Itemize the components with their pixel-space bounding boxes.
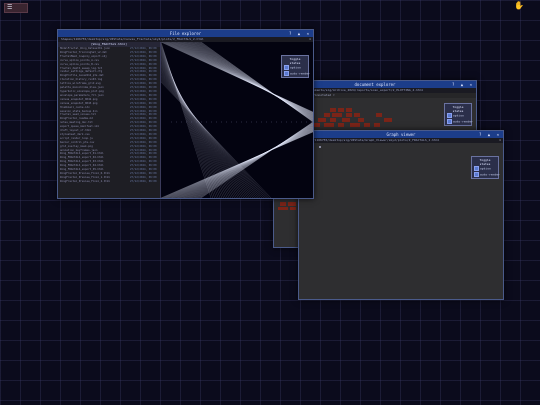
graph-viewer-window[interactable]: Graph viewer ? ▲ ✕ Shapes/1166755/deskto… (298, 130, 504, 300)
window-controls[interactable]: ? ▲ ✕ (479, 131, 501, 138)
file-name: WingFractal_Preview_Final_2.html (60, 179, 110, 183)
file-date: 27/12/2024, 06:00 (130, 179, 157, 183)
toggle-states-panel: Toggle states option auto-render (281, 55, 310, 78)
toggle-auto-render[interactable]: auto-render (474, 171, 500, 178)
window-title: File explorer (169, 31, 202, 36)
checkbox-icon[interactable] (474, 171, 479, 177)
hand-icon[interactable]: ✋ (514, 1, 524, 10)
window-title: Graph viewer (386, 132, 416, 137)
file-rows: ModelFractal_Wing_Dataset01.json 27/12/20… (58, 47, 160, 184)
toggle-panel-title: Toggle states (452, 105, 464, 113)
envelope-line (161, 64, 246, 198)
envelope-line (161, 66, 248, 198)
toggle-auto-render[interactable]: auto-render (447, 118, 473, 125)
envelope-line (161, 63, 244, 198)
toggle-states-panel: Toggle states option auto-render (444, 103, 473, 126)
cursor-marker (319, 146, 321, 148)
file-explorer-titlebar[interactable]: File explorer ? ▲ ✕ (58, 30, 313, 37)
window-controls[interactable]: ? ▲ ✕ (452, 81, 474, 88)
checkbox-icon[interactable] (284, 70, 289, 76)
file-explorer-window[interactable]: File explorer ? ▲ ✕ Shapes/1166755/deskt… (57, 29, 314, 199)
checkbox-icon[interactable] (474, 166, 479, 171)
toggle-states-panel: Toggle states option auto-render (471, 156, 500, 179)
file-list[interactable]: [Wing_FRACTALS.html] ModelFractal_Wing_D… (58, 42, 161, 198)
start-menu-button[interactable]: ☰ (4, 3, 28, 13)
envelope-line (161, 67, 250, 198)
checkbox-icon[interactable] (447, 113, 452, 118)
envelope-line (161, 62, 243, 198)
checkbox-icon[interactable] (447, 118, 452, 124)
toggle-panel-title: Toggle states (479, 158, 491, 166)
checkbox-icon[interactable] (284, 65, 289, 70)
file-row[interactable]: WingFractal_Preview_Final_2.html 27/12/20… (58, 180, 160, 184)
toggle-auto-render[interactable]: auto-render (284, 70, 310, 77)
envelope-line (200, 42, 313, 123)
toggle-panel-title: Toggle states (289, 57, 301, 65)
window-controls[interactable]: ? ▲ ✕ (289, 30, 311, 37)
graph-viewer-titlebar[interactable]: Graph viewer ? ▲ ✕ (299, 131, 503, 138)
envelope-line (161, 51, 226, 198)
menu-icon: ☰ (7, 4, 13, 11)
